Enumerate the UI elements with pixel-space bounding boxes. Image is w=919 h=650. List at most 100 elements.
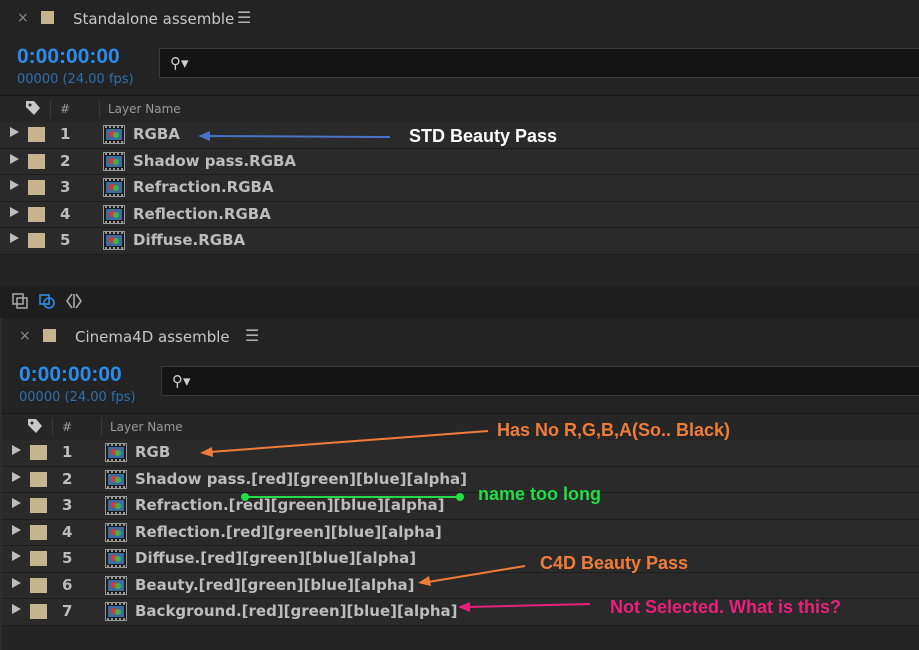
layer-number: 5 (60, 231, 71, 249)
footage-layer-icon (103, 178, 125, 197)
composition-switch-icon[interactable] (10, 291, 30, 311)
expand-triangle-icon[interactable] (10, 180, 19, 190)
layer-name[interactable]: Background.[red][green][blue][alpha] (135, 602, 458, 620)
layer-row[interactable]: 4 Reflection.RGBA (0, 201, 919, 228)
label-swatch[interactable] (30, 471, 47, 487)
footage-layer-icon (105, 496, 127, 515)
footage-layer-icon (105, 602, 127, 621)
footage-layer-icon (103, 231, 125, 250)
close-icon[interactable]: × (19, 328, 31, 344)
layer-number: 5 (62, 549, 73, 567)
layer-number: 1 (62, 443, 73, 461)
expand-triangle-icon[interactable] (12, 524, 21, 535)
layer-name[interactable]: Shadow pass.[red][green][blue][alpha] (135, 470, 467, 488)
timecode[interactable]: 0:00:00:00 (17, 45, 120, 69)
hamburger-menu-icon[interactable]: ☰ (245, 326, 259, 345)
layer-number: 4 (62, 522, 73, 541)
column-layer-name: Layer Name (110, 420, 183, 434)
expand-triangle-icon[interactable] (10, 233, 19, 243)
layer-name[interactable]: Refraction.[red][green][blue][alpha] (135, 496, 445, 514)
timecode[interactable]: 0:00:00:00 (19, 363, 122, 387)
label-tag-icon[interactable] (25, 100, 41, 116)
layer-row[interactable]: 2 Shadow pass.[red][green][blue][alpha] (2, 466, 919, 493)
footage-layer-icon (105, 469, 127, 489)
column-number: # (62, 420, 73, 434)
footage-layer-icon (103, 125, 125, 144)
label-swatch[interactable] (28, 206, 45, 222)
layer-row[interactable]: 3 Refraction.[red][green][blue][alpha] (2, 493, 919, 520)
label-swatch[interactable] (28, 153, 45, 169)
annotation-std-beauty: STD Beauty Pass (409, 126, 558, 146)
layer-row[interactable]: 6 Beauty.[red][green][blue][alpha] (2, 572, 919, 599)
label-swatch[interactable] (28, 180, 45, 195)
layer-name[interactable]: Refraction.RGBA (133, 178, 274, 196)
panel-tab-bar: × Standalone assemble ☰ (0, 0, 919, 40)
search-input[interactable] (198, 370, 902, 394)
expand-triangle-icon[interactable] (10, 153, 19, 164)
column-separator[interactable] (52, 418, 53, 436)
search-input[interactable] (196, 52, 900, 76)
column-separator[interactable] (101, 418, 102, 436)
expand-triangle-icon[interactable] (12, 498, 21, 508)
label-swatch[interactable] (30, 445, 47, 460)
transfer-controls-icon[interactable] (37, 291, 57, 311)
frame-rate: 00000 (24.00 fps) (17, 72, 134, 87)
layer-name[interactable]: Beauty.[red][green][blue][alpha] (135, 576, 415, 594)
panel-title[interactable]: Standalone assemble (73, 10, 234, 28)
layer-number: 7 (62, 602, 73, 620)
expand-triangle-icon[interactable] (12, 577, 21, 588)
layer-name[interactable]: Reflection.RGBA (133, 205, 271, 223)
label-tag-icon[interactable] (27, 418, 43, 434)
layer-name[interactable]: Reflection.[red][green][blue][alpha] (135, 523, 442, 541)
label-swatch[interactable] (30, 604, 47, 619)
layer-number: 6 (62, 575, 73, 594)
layer-name[interactable]: Diffuse.RGBA (133, 231, 245, 249)
footage-layer-icon (105, 549, 127, 568)
label-swatch[interactable] (30, 551, 47, 566)
footage-layer-icon (105, 575, 127, 595)
keyframe-navigator-icon[interactable] (64, 291, 84, 311)
layer-number: 3 (62, 496, 73, 514)
layer-row[interactable]: 4 Reflection.[red][green][blue][alpha] (2, 519, 919, 546)
search-icon[interactable]: ⚲▾ (170, 54, 189, 72)
column-number: # (60, 102, 71, 116)
label-swatch[interactable] (28, 233, 45, 248)
search-box[interactable]: ⚲▾ (159, 48, 919, 78)
annotation-name-too-long: name too long (478, 484, 601, 504)
label-swatch[interactable] (28, 127, 45, 142)
layer-row[interactable]: 2 Shadow pass.RGBA (0, 148, 919, 175)
label-swatch[interactable] (30, 577, 47, 593)
annotation-not-selected: Not Selected. What is this? (610, 597, 842, 617)
timeline-toolbar (0, 288, 919, 314)
hamburger-menu-icon[interactable]: ☰ (237, 8, 251, 27)
layer-row[interactable]: 5 Diffuse.[red][green][blue][alpha] (2, 546, 919, 573)
expand-triangle-icon[interactable] (12, 604, 21, 614)
layer-number: 2 (60, 151, 71, 170)
layer-name[interactable]: Shadow pass.RGBA (133, 152, 296, 170)
expand-triangle-icon[interactable] (12, 551, 21, 561)
column-header: # Layer Name (2, 413, 919, 441)
label-swatch (41, 11, 54, 24)
expand-triangle-icon[interactable] (12, 471, 21, 482)
column-separator[interactable] (50, 100, 51, 118)
column-layer-name: Layer Name (108, 102, 181, 116)
layer-row[interactable]: 5 Diffuse.RGBA (0, 228, 919, 255)
annotation-c4d-beauty: C4D Beauty Pass (540, 553, 689, 573)
column-separator[interactable] (99, 100, 100, 118)
expand-triangle-icon[interactable] (10, 206, 19, 217)
layer-name[interactable]: Diffuse.[red][green][blue][alpha] (135, 549, 416, 567)
column-header: # Layer Name (0, 95, 919, 123)
layer-name[interactable]: RGBA (133, 125, 180, 143)
layer-name[interactable]: RGB (135, 443, 170, 461)
label-swatch[interactable] (30, 498, 47, 513)
expand-triangle-icon[interactable] (12, 445, 21, 455)
layer-number: 3 (60, 178, 71, 196)
layer-row[interactable]: 1 RGB (2, 440, 919, 467)
close-icon[interactable]: × (17, 10, 29, 26)
layer-row[interactable]: 3 Refraction.RGBA (0, 175, 919, 202)
search-box[interactable]: ⚲▾ (161, 366, 919, 396)
label-swatch[interactable] (30, 524, 47, 540)
panel-title[interactable]: Cinema4D assemble (75, 328, 230, 346)
search-icon[interactable]: ⚲▾ (172, 372, 191, 390)
expand-triangle-icon[interactable] (10, 127, 19, 137)
